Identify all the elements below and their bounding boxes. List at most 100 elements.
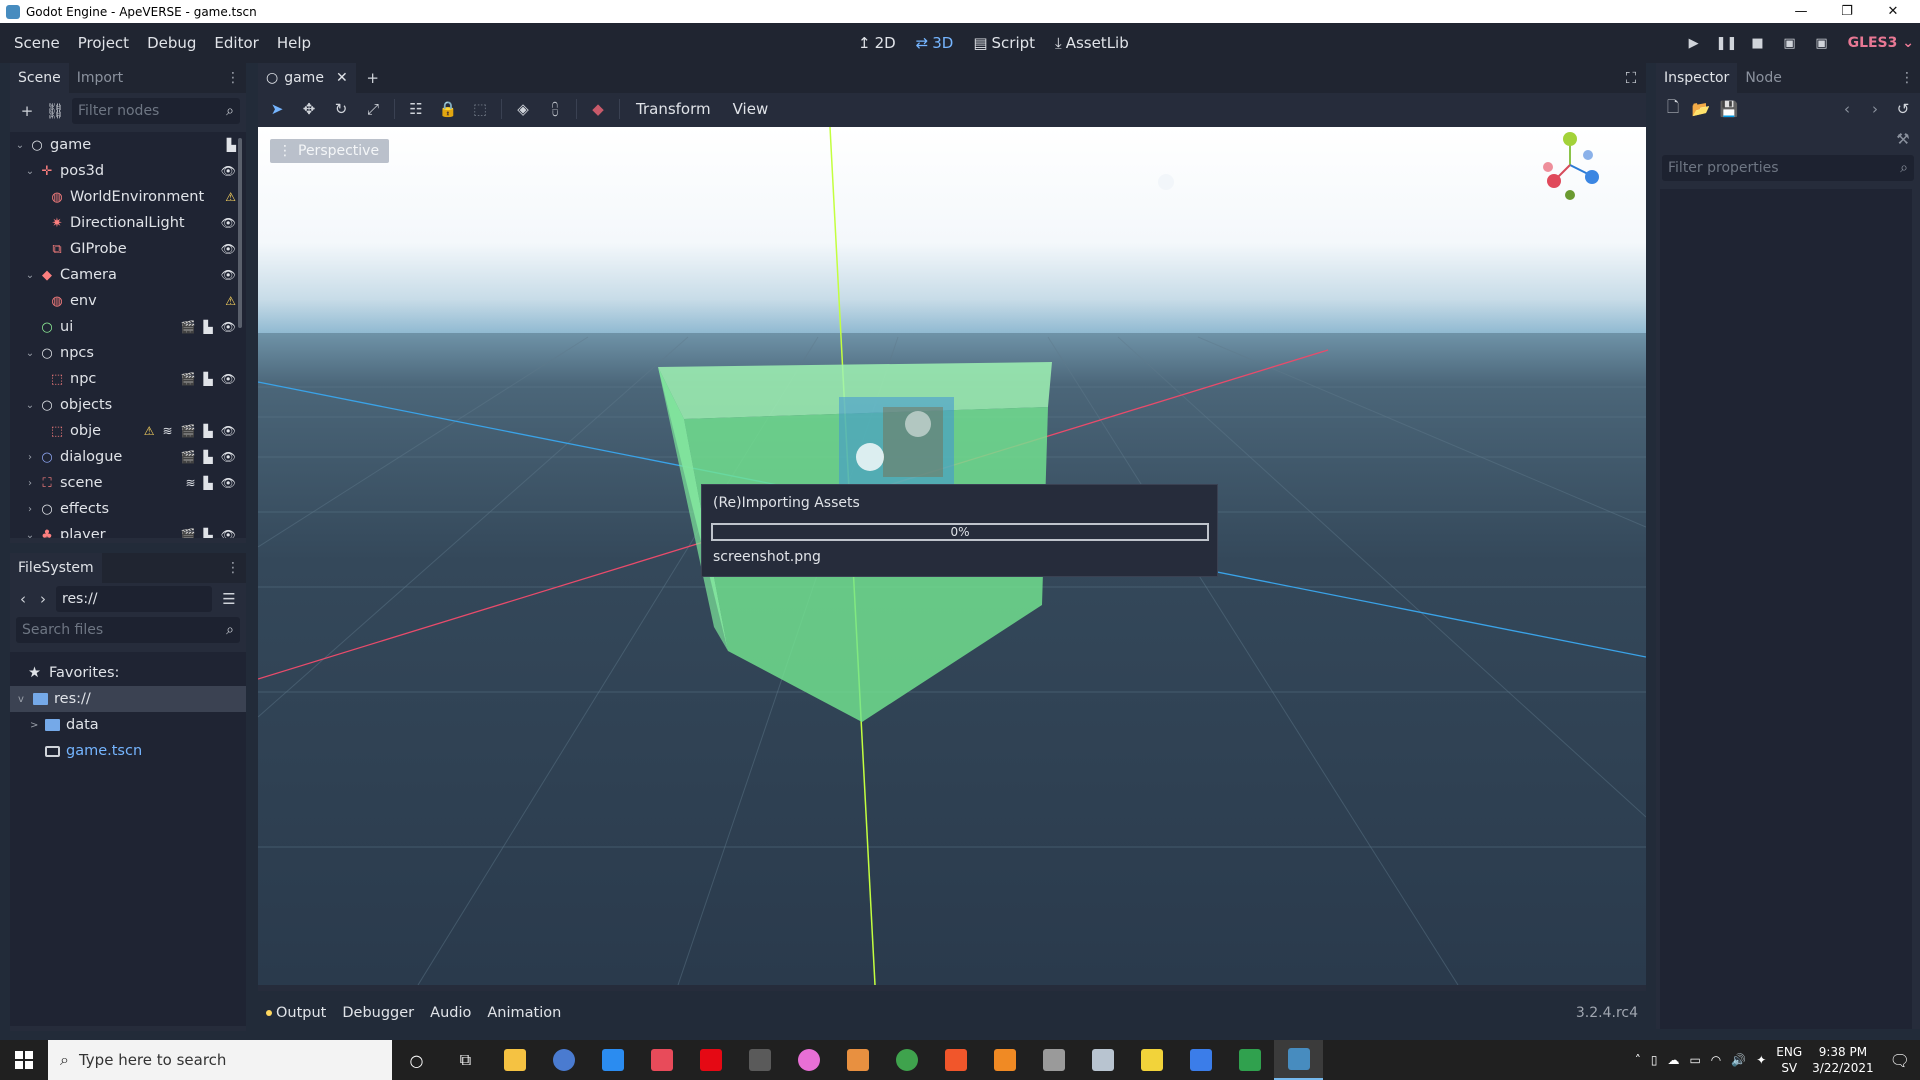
visibility-eye-icon[interactable]: 👁 (221, 450, 236, 464)
visibility-eye-icon[interactable]: 👁 (221, 164, 236, 178)
scene-node-worldenvironment[interactable]: ◍ WorldEnvironment ⚠ (10, 184, 246, 210)
play-custom-scene-icon[interactable]: ▣ (1812, 36, 1832, 51)
back-icon[interactable]: ‹ (16, 588, 30, 610)
split-mode-icon[interactable]: ☰ (218, 588, 240, 610)
expanded-arrow-icon[interactable]: ⌄ (24, 270, 36, 281)
camera-preview-icon[interactable]: ◆ (587, 98, 609, 120)
collapsed-arrow-icon[interactable]: › (24, 478, 36, 489)
local-space-icon[interactable]: ◈ (512, 98, 534, 120)
list-select-icon[interactable]: ☷ (405, 98, 427, 120)
visibility-eye-icon[interactable]: 👁 (221, 268, 236, 282)
device-icon[interactable]: ▯ (1651, 1053, 1658, 1067)
expanded-arrow-icon[interactable]: ⌄ (24, 530, 36, 539)
scene-node-giprobe[interactable]: ⧉ GIProbe 👁 (10, 236, 246, 262)
instance-scene-icon[interactable]: 🎬 (181, 424, 196, 438)
save-resource-icon[interactable]: 💾 (1718, 98, 1740, 120)
minimize-button[interactable]: — (1778, 0, 1824, 23)
script-icon[interactable]: ▙ (204, 528, 213, 538)
close-window-button[interactable]: ✕ (1870, 0, 1916, 23)
scene-node-dialogue[interactable]: › ○ dialogue 🎬 ▙ 👁 (10, 444, 246, 470)
filter-properties-input[interactable]: Filter properties ⌕ (1662, 155, 1914, 181)
docs-icon[interactable] (1176, 1040, 1225, 1080)
perspective-menu[interactable]: ⋮ Perspective (270, 139, 390, 163)
2d-button[interactable]: ↥ 2D (850, 34, 904, 52)
paint-app-icon[interactable] (784, 1040, 833, 1080)
script-icon[interactable]: ▙ (227, 138, 236, 152)
distraction-free-icon[interactable]: ⛶ (1620, 67, 1642, 89)
instance-scene-icon[interactable]: 🎬 (181, 372, 196, 386)
menu-debug[interactable]: Debug (138, 34, 205, 52)
visibility-eye-icon[interactable]: 👁 (221, 216, 236, 230)
collapsed-arrow-icon[interactable]: › (24, 452, 36, 463)
pause-icon[interactable]: ❚❚ (1716, 36, 1738, 51)
add-node-icon[interactable]: + (16, 100, 38, 122)
instance-scene-icon[interactable]: 🎬 (181, 320, 196, 334)
game-app-icon[interactable] (735, 1040, 784, 1080)
menu-scene[interactable]: Scene (5, 34, 69, 52)
notifications-icon[interactable]: 🗨 (1890, 1051, 1910, 1070)
onedrive-icon[interactable]: ☁ (1667, 1053, 1679, 1067)
scene-node-ui[interactable]: ○ ui 🎬 ▙ 👁 (10, 314, 246, 340)
game-tscn-file[interactable]: game.tscn (10, 738, 246, 764)
close-tab-icon[interactable]: ✕ (336, 70, 348, 86)
tab-game-scene[interactable]: ○ game ✕ (258, 63, 356, 93)
scene-node-scene[interactable]: › ⛶ scene ≋ ▙ 👁 (10, 470, 246, 496)
tab-filesystem[interactable]: FileSystem (10, 553, 102, 583)
filter-nodes-input[interactable]: Filter nodes ⌕ (72, 98, 240, 124)
script-button[interactable]: ▤ Script (965, 34, 1043, 52)
visibility-eye-icon[interactable]: 👁 (221, 372, 236, 386)
scene-node-npc[interactable]: ⬚ npc 🎬 ▙ 👁 (10, 366, 246, 392)
menu-editor[interactable]: Editor (205, 34, 267, 52)
object-properties-icon[interactable]: ⚒ (1892, 128, 1914, 150)
scene-node-obje[interactable]: ⬚ obje ⚠ ≋ 🎬 ▙ 👁 (10, 418, 246, 444)
wifi-icon[interactable]: ◠ (1711, 1053, 1721, 1067)
tab-scene[interactable]: Scene (10, 63, 69, 93)
collapsed-arrow-icon[interactable]: › (24, 504, 36, 515)
renderer-selector[interactable]: GLES3 ⌄ (1848, 35, 1914, 51)
scene-node-effects[interactable]: › ○ effects (10, 496, 246, 522)
tab-audio[interactable]: Audio (430, 1005, 471, 1021)
game-launcher-icon[interactable] (637, 1040, 686, 1080)
tab-debugger[interactable]: Debugger (342, 1005, 414, 1021)
taskbar-search-box[interactable]: ⌕ Type here to search (48, 1040, 392, 1080)
snap-icon[interactable]: ⩉ (544, 98, 566, 120)
history-forward-icon[interactable]: › (1864, 98, 1886, 120)
image-viewer-icon[interactable] (1078, 1040, 1127, 1080)
res-folder[interactable]: v res:// (10, 686, 246, 712)
cortana-icon[interactable]: ○ (392, 1040, 441, 1080)
rotate-tool-icon[interactable]: ↻ (330, 98, 352, 120)
tab-import[interactable]: Import (69, 63, 131, 93)
script-icon[interactable]: ▙ (204, 476, 213, 490)
show-hidden-icons[interactable]: ˄ (1635, 1053, 1641, 1067)
scene-node-objects[interactable]: ⌄ ○ objects (10, 392, 246, 418)
script-icon[interactable]: ▙ (204, 424, 213, 438)
visibility-eye-icon[interactable]: 👁 (221, 320, 236, 334)
sticky-notes-icon[interactable] (1127, 1040, 1176, 1080)
scene-node-game[interactable]: ⌄ ○ game ▙ (10, 132, 246, 158)
scene-node-env[interactable]: ◍ env ⚠ (10, 288, 246, 314)
dock-menu-icon[interactable]: ⋮ (226, 70, 240, 86)
scene-node-npcs[interactable]: ⌄ ○ npcs (10, 340, 246, 366)
visibility-eye-icon[interactable]: 👁 (221, 528, 236, 538)
instance-scene-icon[interactable]: ⛓ (44, 100, 66, 122)
warning-icon[interactable]: ⚠ (225, 294, 236, 308)
menu-view[interactable]: View (727, 100, 775, 118)
script-icon[interactable]: ▙ (204, 320, 213, 334)
battery-icon[interactable]: ▭ (1689, 1053, 1700, 1067)
start-button[interactable] (0, 1040, 48, 1080)
dock-menu-icon[interactable]: ⋮ (226, 560, 240, 576)
tab-node[interactable]: Node (1737, 63, 1790, 93)
menu-project[interactable]: Project (69, 34, 138, 52)
menu-help[interactable]: Help (268, 34, 320, 52)
3d-button[interactable]: ⇄ 3D (908, 34, 962, 52)
instance-scene-icon[interactable]: 🎬 (181, 450, 196, 464)
search-files-input[interactable]: Search files ⌕ (16, 617, 240, 643)
script-icon[interactable]: ▙ (204, 372, 213, 386)
instance-scene-icon[interactable]: 🎬 (181, 528, 196, 538)
menu-transform[interactable]: Transform (630, 100, 717, 118)
move-tool-icon[interactable]: ✥ (298, 98, 320, 120)
scene-node-pos3d[interactable]: ⌄ ✛ pos3d 👁 (10, 158, 246, 184)
assetlib-button[interactable]: ⤓ AssetLib (1047, 34, 1137, 52)
favorites-header[interactable]: ★ Favorites: (10, 660, 246, 686)
data-folder[interactable]: > data (10, 712, 246, 738)
